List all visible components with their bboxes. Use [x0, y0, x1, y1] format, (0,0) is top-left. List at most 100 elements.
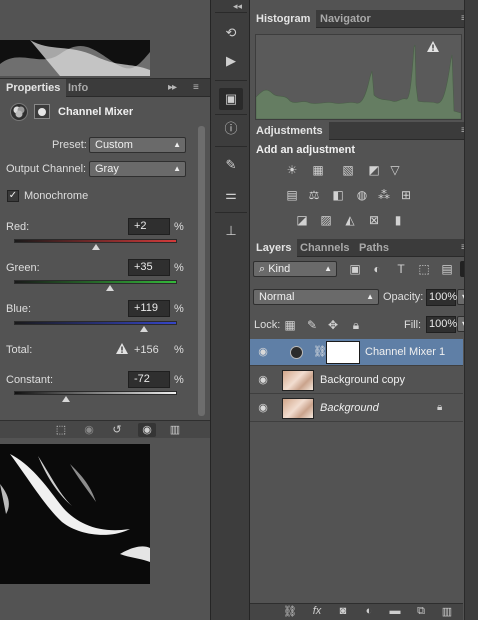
layer-mask-icon[interactable] [34, 104, 50, 119]
color-balance-icon[interactable]: ⚖ [306, 188, 322, 202]
selective-color-icon[interactable]: ⊠ [366, 213, 382, 227]
visibility-icon[interactable]: ◉ [138, 423, 156, 437]
adjustment-title: Channel Mixer [58, 106, 134, 118]
preset-dropdown[interactable]: Custom ▲ [89, 137, 186, 153]
group-folder-icon[interactable]: ▬ [386, 605, 404, 619]
opacity-field[interactable]: 100% [426, 289, 457, 306]
trash-icon[interactable]: ▥ [166, 423, 184, 437]
layer-name[interactable]: Background copy [320, 374, 405, 386]
lock-label: Lock: [254, 319, 281, 331]
tab-adjustments[interactable]: Adjustments [250, 122, 329, 140]
tab-channels[interactable]: Channels [294, 239, 356, 257]
layer-mask-thumbnail[interactable] [326, 341, 360, 364]
right-panel-scrollbar[interactable] [464, 0, 478, 620]
new-layer-icon[interactable]: ⧉ [412, 605, 430, 619]
brightness-contrast-icon[interactable]: ☀ [284, 163, 300, 177]
reset-icon[interactable]: ↺ [108, 423, 126, 437]
constant-slider-track[interactable] [14, 391, 177, 395]
adjustment-layer-icon [10, 103, 28, 121]
panel-menu-icon[interactable]: ≡ [193, 82, 199, 93]
fill-field[interactable]: 100% [426, 316, 457, 333]
blend-mode-dropdown[interactable]: Normal ▲ [253, 289, 379, 305]
lock-icon: 🔒︎ [437, 402, 443, 413]
filter-type-icon[interactable]: T [393, 262, 409, 276]
layer-name[interactable]: Channel Mixer 1 [365, 346, 445, 358]
green-slider-track[interactable] [14, 280, 177, 284]
brush-presets-icon[interactable]: ⚌ [219, 184, 243, 206]
view-previous-state-icon[interactable]: ◉ [80, 423, 98, 437]
blue-value-field[interactable]: +119 [128, 300, 170, 317]
constant-value-field[interactable]: -72 [128, 371, 170, 388]
lock-all-icon[interactable]: 🔒︎ [348, 318, 364, 332]
dock-collapse-icon[interactable]: ◂◂ [233, 1, 242, 12]
filter-adjustment-icon[interactable]: ◐ [369, 262, 385, 276]
posterize-icon[interactable]: ▨ [318, 213, 334, 227]
clone-source-icon[interactable]: ⊥ [219, 220, 243, 242]
visibility-eye-icon[interactable]: ◉ [256, 373, 270, 387]
layer-name[interactable]: Background [320, 402, 379, 414]
curves-icon[interactable]: ▧ [340, 163, 356, 177]
document-image-top [0, 40, 150, 76]
adjustment-layer-icon[interactable]: ◐ [360, 605, 378, 619]
lock-transparent-pixels-icon[interactable]: ▦ [282, 318, 298, 332]
warning-triangle-icon [116, 343, 128, 357]
red-slider-track[interactable] [14, 239, 177, 243]
color-lookup-icon[interactable]: ⊞ [398, 188, 414, 202]
tab-paths[interactable]: Paths [353, 239, 395, 257]
green-value-field[interactable]: +35 [128, 259, 170, 276]
history-icon[interactable]: ⟲ [219, 22, 243, 44]
green-slider-thumb[interactable] [105, 285, 114, 291]
layer-filter-dropdown[interactable]: ⌕ Kind ▲ [253, 261, 337, 277]
red-slider-thumb[interactable] [92, 244, 101, 250]
visibility-eye-icon[interactable]: ◉ [256, 401, 270, 415]
visibility-eye-icon[interactable]: ◉ [256, 345, 270, 359]
blue-slider-track[interactable] [14, 321, 177, 325]
constant-slider-thumb[interactable] [62, 396, 71, 402]
properties-scrollbar[interactable] [198, 126, 205, 416]
lock-image-pixels-icon[interactable]: ✎ [304, 318, 320, 332]
dock-separator [215, 146, 247, 147]
preset-value: Custom [95, 139, 133, 151]
mask-icon[interactable]: ◙ [334, 605, 352, 619]
black-white-icon[interactable]: ◧ [330, 188, 346, 202]
tab-navigator[interactable]: Navigator [314, 10, 377, 28]
dropdown-arrows-icon: ▲ [173, 140, 181, 149]
blue-slider-thumb[interactable] [139, 326, 148, 332]
tab-histogram[interactable]: Histogram [250, 10, 317, 28]
collapse-panel-icon[interactable]: ▸▸ [168, 82, 177, 93]
photo-filter-icon[interactable]: ◍ [354, 188, 370, 202]
invert-icon[interactable]: ◪ [294, 213, 310, 227]
red-value-field[interactable]: +2 [128, 218, 170, 235]
adjustments-icon[interactable]: ▣ [219, 88, 243, 110]
hue-saturation-icon[interactable]: ▤ [284, 188, 300, 202]
total-percent-sign: % [174, 344, 184, 356]
filter-smart-object-icon[interactable]: ▤ [439, 262, 455, 276]
collapsed-panel-dock: ◂◂ ⟲ ▶ ▣ ⓘ ✎ ⚌ ⊥ [210, 0, 250, 620]
layer-row-background[interactable]: ◉ Background 🔒︎ [250, 395, 463, 422]
tab-layers[interactable]: Layers [250, 239, 298, 257]
info-icon[interactable]: ⓘ [219, 118, 243, 140]
lock-position-icon[interactable]: ✥ [325, 318, 341, 332]
chain-link-icon[interactable]: ⛓ [313, 345, 327, 358]
link-icon[interactable]: ⛓ [281, 605, 299, 619]
tab-info[interactable]: Info [62, 79, 94, 97]
monochrome-checkbox[interactable]: ✓ [7, 190, 19, 202]
channel-mixer-icon[interactable]: ⁂ [376, 188, 392, 202]
gradient-map-icon[interactable]: ▮ [390, 213, 406, 227]
levels-icon[interactable]: ▦ [310, 163, 326, 177]
exposure-icon[interactable]: ◩ [366, 163, 382, 177]
clip-to-layer-icon[interactable]: ⬚ [52, 423, 70, 437]
filter-shape-icon[interactable]: ⬚ [416, 262, 432, 276]
vibrance-icon[interactable]: ▽ [387, 163, 403, 177]
layer-row-channel-mixer-1[interactable]: ◉ ⛓ Channel Mixer 1 [250, 339, 463, 366]
filter-pixel-icon[interactable]: ▣ [347, 262, 363, 276]
output-channel-dropdown[interactable]: Gray ▲ [89, 161, 186, 177]
brushes-icon[interactable]: ✎ [219, 154, 243, 176]
threshold-icon[interactable]: ◭ [342, 213, 358, 227]
tab-properties[interactable]: Properties [0, 79, 67, 97]
adjustments-tabbar: Adjustments ≡ [250, 122, 478, 140]
fx-icon[interactable]: fx [308, 605, 326, 619]
trash-icon[interactable]: ▥ [438, 605, 456, 619]
actions-play-icon[interactable]: ▶ [219, 50, 243, 72]
layer-row-background-copy[interactable]: ◉ Background copy [250, 367, 463, 394]
